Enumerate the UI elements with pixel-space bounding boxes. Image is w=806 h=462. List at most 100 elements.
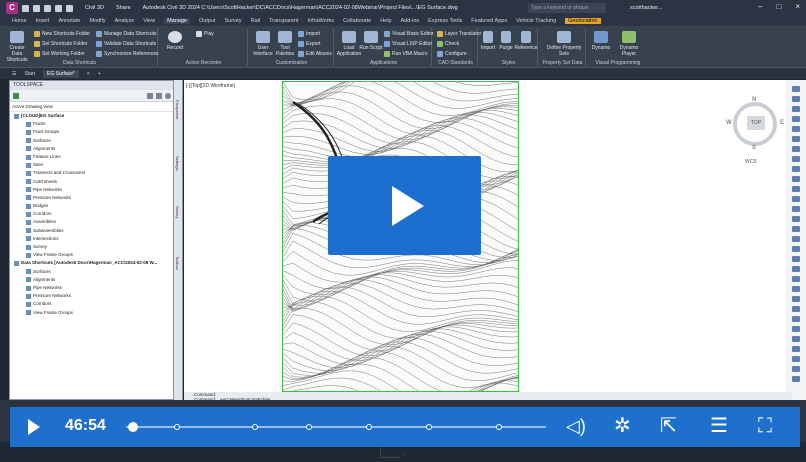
nav-tool-icon[interactable] [792, 106, 800, 112]
nav-tool-icon[interactable] [792, 196, 800, 202]
chapter-marker[interactable] [426, 424, 432, 430]
nav-tool-icon[interactable] [792, 166, 800, 172]
tab-add-ins[interactable]: Add-ins [401, 18, 420, 24]
settings-gear-icon[interactable]: ✲ [614, 416, 631, 436]
dynamo-player-button[interactable]: Dynamo Player [612, 31, 646, 57]
chapter-marker[interactable] [306, 424, 312, 430]
tree-item[interactable]: Pressure Networks [12, 292, 173, 300]
tab-geolocation[interactable]: Geolocation [565, 18, 601, 24]
configure-button[interactable]: Configure [437, 51, 467, 57]
nav-tool-icon[interactable] [792, 316, 800, 322]
set-shortcuts-folder-button[interactable]: Set Shortcuts Folder [34, 41, 88, 47]
workspace-selector[interactable]: Civil 3D [85, 5, 104, 11]
set-working-folder-button[interactable]: Set Working Folder [34, 51, 85, 57]
undo-icon[interactable] [66, 4, 73, 12]
nav-tool-icon[interactable] [792, 306, 800, 312]
nav-tool-icon[interactable] [792, 246, 800, 252]
edit-aliases-button[interactable]: Edit Aliases [298, 51, 332, 57]
tab-rail[interactable]: Rail [251, 18, 260, 24]
view-selector[interactable]: Active Drawing View [10, 102, 173, 112]
nav-tool-icon[interactable] [792, 326, 800, 332]
close-tab-icon[interactable]: × [87, 71, 90, 77]
tree-item[interactable]: Corridors [12, 300, 173, 308]
tab-insert[interactable]: Insert [36, 18, 50, 24]
nav-tool-icon[interactable] [792, 86, 800, 92]
viewport-label[interactable]: [-][Top][2D Wireframe] [186, 83, 235, 89]
tree-item[interactable]: Alignments [12, 276, 173, 284]
check-button[interactable]: Check [437, 41, 459, 47]
tab-view[interactable]: View [143, 18, 155, 24]
tab-start[interactable]: Start [24, 71, 35, 77]
create-data-shortcuts-button[interactable]: Create Data Shortcuts [4, 31, 30, 63]
nav-tool-icon[interactable] [792, 226, 800, 232]
tab-featured-apps[interactable]: Featured Apps [471, 18, 507, 24]
tab-survey[interactable]: Survey [224, 18, 241, 24]
tree-item[interactable]: Assemblies [12, 218, 173, 226]
import-button[interactable]: Import [298, 31, 320, 37]
tree-item[interactable]: View Frame Groups [12, 309, 173, 317]
manage-data-shortcuts-button[interactable]: Manage Data Shortcuts [96, 31, 157, 37]
nav-tool-icon[interactable] [792, 366, 800, 372]
chapter-marker[interactable] [174, 424, 180, 430]
close-icon[interactable]: × [795, 2, 800, 11]
visual-basic-editor-button[interactable]: Visual Basic Editor [384, 31, 434, 37]
tree-item[interactable]: Pipe Networks [12, 186, 173, 194]
nav-tool-icon[interactable] [792, 256, 800, 262]
nav-tool-icon[interactable] [792, 206, 800, 212]
nav-tool-icon[interactable] [792, 276, 800, 282]
menu-icon[interactable]: ☰ [12, 71, 16, 77]
progress-track[interactable] [126, 424, 546, 430]
new-shortcuts-folder-button[interactable]: New Shortcuts Folder [34, 31, 90, 37]
nav-tool-icon[interactable] [792, 186, 800, 192]
define-property-sets-button[interactable]: Define Property Sets [546, 31, 582, 57]
nav-tool-icon[interactable] [792, 216, 800, 222]
tree-item[interactable]: Sites [12, 161, 173, 169]
new-file-icon[interactable] [22, 4, 29, 12]
nav-tool-icon[interactable] [792, 116, 800, 122]
app-logo[interactable]: C [6, 2, 18, 14]
wcs-menu[interactable]: WCS [745, 159, 757, 165]
nav-tool-icon[interactable] [792, 356, 800, 362]
tab-express-tools[interactable]: Express Tools [428, 18, 462, 24]
tab-analyze[interactable]: Analyze [115, 18, 135, 24]
visual-lisp-editor-button[interactable]: Visual LISP Editor [384, 41, 432, 47]
tree-item[interactable]: Transects and Crossovers [12, 169, 173, 177]
tab-settings[interactable]: Settings [175, 156, 180, 170]
nav-tool-icon[interactable] [792, 346, 800, 352]
nav-tool-icon[interactable] [792, 236, 800, 242]
nav-tool-icon[interactable] [792, 176, 800, 182]
record-button[interactable]: Record [162, 31, 188, 51]
nav-tool-icon[interactable] [792, 286, 800, 292]
search-input[interactable]: Type a keyword or phrase [528, 3, 606, 13]
tab-infraworks[interactable]: InfraWorks [308, 18, 335, 24]
save-icon[interactable] [44, 4, 51, 12]
help-icon[interactable] [165, 93, 171, 99]
fullscreen-icon[interactable]: ⛶ [758, 416, 772, 436]
layer-translator-button[interactable]: Layer Translator [437, 31, 481, 37]
tab-prospector[interactable]: Prospector [175, 100, 180, 119]
styles-import-button[interactable]: Import [478, 31, 498, 51]
tab-help[interactable]: Help [380, 18, 391, 24]
print-icon[interactable] [55, 4, 62, 12]
share-button[interactable]: Share [116, 5, 131, 11]
dynamo-button[interactable]: Dynamo [588, 31, 614, 51]
synchronize-references-button[interactable]: Synchronize References [96, 51, 158, 57]
viewcube-top-face[interactable]: TOP [747, 116, 765, 130]
tree-item[interactable]: Point Groups [12, 128, 173, 136]
chapter-marker[interactable] [366, 424, 372, 430]
nav-tool-icon[interactable] [792, 376, 800, 382]
nav-tool-icon[interactable] [792, 136, 800, 142]
nav-tool-icon[interactable] [792, 146, 800, 152]
new-tab-icon[interactable]: + [98, 71, 101, 77]
tree-view-icon[interactable] [147, 93, 153, 99]
validate-data-shortcuts-button[interactable]: Validate Data Shortcuts [96, 41, 156, 47]
drawing-icon[interactable] [13, 93, 19, 99]
tab-survey[interactable]: Survey [175, 206, 180, 218]
tree-item[interactable]: Catchments [12, 178, 173, 186]
run-vba-macro-button[interactable]: Run VBA Macro [384, 51, 428, 57]
tab-toolbox[interactable]: Toolbox [175, 256, 180, 270]
styles-purge-button[interactable]: Purge [496, 31, 516, 51]
tree-item[interactable]: Points [12, 120, 173, 128]
tree-item[interactable]: View Frame Groups [12, 251, 173, 259]
tab-vehicle-tracking[interactable]: Vehicle Tracking [516, 18, 556, 24]
